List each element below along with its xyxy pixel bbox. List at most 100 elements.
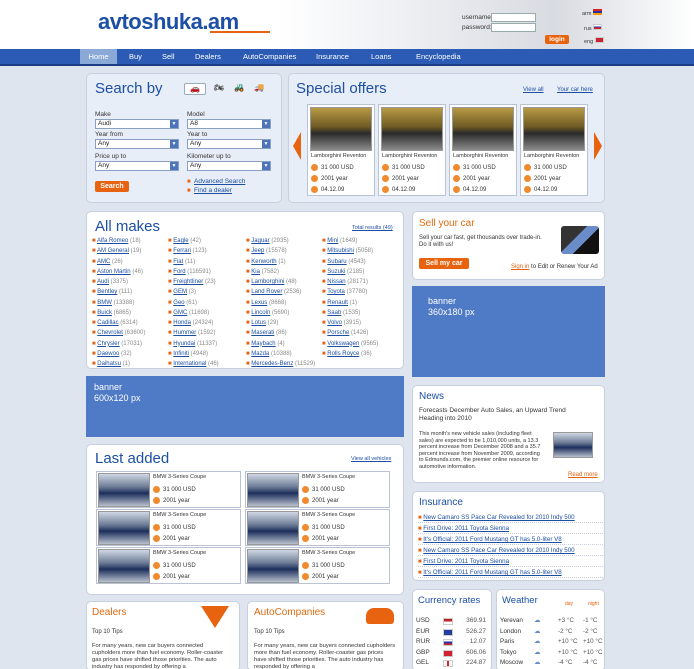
year-from-select[interactable]: Any ▼ [95, 139, 179, 149]
main-banner[interactable]: banner 600x120 px [86, 376, 404, 437]
make-item[interactable]: ■ Maserati (86) [246, 328, 326, 338]
make-item[interactable]: ■ Nissan (28171) [322, 277, 402, 287]
lang-arm[interactable]: arm [582, 9, 603, 17]
make-item[interactable]: ■ Rolls Royce (36) [322, 349, 402, 359]
last-added-card[interactable]: BMW 3-Series Coupe 31 000 USD 2001 year [96, 547, 241, 584]
make-link[interactable]: Jeep [251, 248, 264, 254]
make-link[interactable]: Chevrolet [97, 330, 123, 336]
login-button[interactable]: login [545, 35, 569, 44]
make-item[interactable]: ■ Volvo (3915) [322, 318, 402, 328]
nav-insurance[interactable]: Insurance [316, 49, 349, 64]
make-link[interactable]: Porsche [327, 330, 349, 336]
make-item[interactable]: ■ Chrysler (17031) [92, 339, 172, 349]
insurance-link[interactable]: New Camaro SS Pace Car Revealed for 2010… [423, 547, 574, 554]
insurance-link[interactable]: First Drive: 2011 Toyota Sienna [423, 558, 509, 565]
make-item[interactable]: ■ Daihatsu (1) [92, 359, 172, 369]
insurance-link[interactable]: It's Official: 2011 Ford Mustang GT has … [423, 536, 561, 543]
make-link[interactable]: Jaguar [251, 238, 269, 244]
truck-type-icon[interactable]: 🚚 [254, 83, 264, 92]
make-link[interactable]: Ford [173, 269, 185, 275]
make-item[interactable]: ■ Kia (7582) [246, 267, 326, 277]
username-input[interactable] [491, 13, 536, 22]
make-link[interactable]: Daihatsu [97, 361, 121, 367]
make-link[interactable]: GEM [173, 289, 187, 295]
make-link[interactable]: Daewoo [97, 351, 119, 357]
make-link[interactable]: Lotus [251, 320, 266, 326]
search-button[interactable]: Search [95, 181, 129, 192]
make-item[interactable]: ■ Porsche (1426) [322, 328, 402, 338]
last-added-card[interactable]: BMW 3-Series Coupe 31 000 USD 2001 year [96, 471, 241, 508]
offer-card[interactable]: Lamborghini Reventon 31 000 USD 2001 yea… [378, 104, 446, 196]
make-link[interactable]: Lincoln [251, 310, 270, 316]
insurance-item[interactable]: ■ New Camaro SS Pace Car Revealed for 20… [418, 545, 603, 556]
advanced-search-link[interactable]: Advanced Search [194, 178, 245, 185]
password-input[interactable] [491, 23, 536, 32]
offer-card[interactable]: Lamborghini Reventon 31 000 USD 2001 yea… [449, 104, 517, 196]
make-link[interactable]: Bentley [97, 289, 117, 295]
make-link[interactable]: Alfa Romeo [97, 238, 128, 244]
make-link[interactable]: GMC [173, 310, 187, 316]
last-added-card[interactable]: BMW 3-Series Coupe 31 000 USD 2001 year [245, 509, 390, 546]
make-item[interactable]: ■ Saab (1535) [322, 308, 402, 318]
make-link[interactable]: Volvo [327, 320, 342, 326]
last-added-card[interactable]: BMW 3-Series Coupe 31 000 USD 2001 year [96, 509, 241, 546]
insurance-item[interactable]: ■ First Drive: 2011 Toyota Sienna [418, 556, 603, 567]
make-item[interactable]: ■ BMW (13388) [92, 298, 172, 308]
insurance-item[interactable]: ■ First Drive: 2011 Toyota Sienna [418, 523, 603, 534]
make-link[interactable]: Buick [97, 310, 112, 316]
make-item[interactable]: ■ Subaru (4543) [322, 257, 402, 267]
make-item[interactable]: ■ Jaguar (2935) [246, 236, 326, 246]
make-link[interactable]: Toyota [327, 289, 345, 295]
make-item[interactable]: ■ Eagle (42) [168, 236, 248, 246]
view-all-offers-link[interactable]: View all [523, 87, 544, 93]
make-item[interactable]: ■ Renault (1) [322, 298, 402, 308]
make-item[interactable]: ■ Cadillac (6314) [92, 318, 172, 328]
insurance-item[interactable]: ■ New Camaro SS Pace Car Revealed for 20… [418, 512, 603, 523]
make-item[interactable]: ■ Mini (1649) [322, 236, 402, 246]
make-item[interactable]: ■ International (46) [168, 359, 248, 369]
make-item[interactable]: ■ Jeep (15578) [246, 246, 326, 256]
make-link[interactable]: Renault [327, 300, 348, 306]
make-link[interactable]: Cadillac [97, 320, 118, 326]
your-car-here-link[interactable]: Your car here [557, 87, 593, 93]
make-link[interactable]: International [173, 361, 206, 367]
find-dealer-link[interactable]: Find a dealer [194, 187, 232, 194]
make-link[interactable]: Freightliner [173, 279, 203, 285]
make-item[interactable]: ■ Maybach (4) [246, 339, 326, 349]
make-link[interactable]: BMW [97, 300, 112, 306]
nav-loans[interactable]: Loans [371, 49, 391, 64]
insurance-link[interactable]: New Camaro SS Pace Car Revealed for 2010… [423, 514, 574, 521]
make-link[interactable]: Aston Martin [97, 269, 131, 275]
side-banner[interactable]: banner 360x180 px [412, 286, 605, 377]
make-item[interactable]: ■ Mercedes-Benz (11529) [246, 359, 326, 369]
make-link[interactable]: Nissan [327, 279, 345, 285]
kilometer-select[interactable]: Any ▼ [187, 161, 271, 171]
lang-rus[interactable]: rus [584, 24, 603, 32]
insurance-item[interactable]: ■ It's Official: 2011 Ford Mustang GT ha… [418, 567, 603, 578]
make-item[interactable]: ■ Infiniti (4948) [168, 349, 248, 359]
total-results-link[interactable]: Total results (49) [352, 225, 393, 231]
make-item[interactable]: ■ Kenworth (1) [246, 257, 326, 267]
make-item[interactable]: ■ Audi (3375) [92, 277, 172, 287]
make-item[interactable]: ■ Lamborghini (48) [246, 277, 326, 287]
make-link[interactable]: Infiniti [173, 351, 189, 357]
read-more-link[interactable]: Read more [568, 472, 598, 478]
make-item[interactable]: ■ Hummer (1592) [168, 328, 248, 338]
nav-dealers[interactable]: Dealers [195, 49, 221, 64]
make-item[interactable]: ■ Bentley (111) [92, 287, 172, 297]
sell-my-car-button[interactable]: Sell my car [419, 258, 469, 269]
model-select[interactable]: A8 ▼ [187, 119, 271, 129]
year-to-select[interactable]: Any ▼ [187, 139, 271, 149]
make-item[interactable]: ■ Buick (6865) [92, 308, 172, 318]
make-item[interactable]: ■ Chevrolet (63600) [92, 328, 172, 338]
make-link[interactable]: Mazda [251, 351, 269, 357]
motorcycle-type-icon[interactable]: 🏍 [214, 83, 224, 92]
insurance-link[interactable]: First Drive: 2011 Toyota Sienna [423, 525, 509, 532]
make-link[interactable]: Rolls Royce [327, 351, 359, 357]
make-item[interactable]: ■ Daewoo (32) [92, 349, 172, 359]
offers-next-arrow[interactable] [594, 132, 602, 160]
view-all-vehicles-link[interactable]: View all vehicles [351, 456, 391, 462]
make-link[interactable]: Ferrari [173, 248, 191, 254]
make-item[interactable]: ■ GMC (11698) [168, 308, 248, 318]
make-item[interactable]: ■ Fiat (11) [168, 257, 248, 267]
